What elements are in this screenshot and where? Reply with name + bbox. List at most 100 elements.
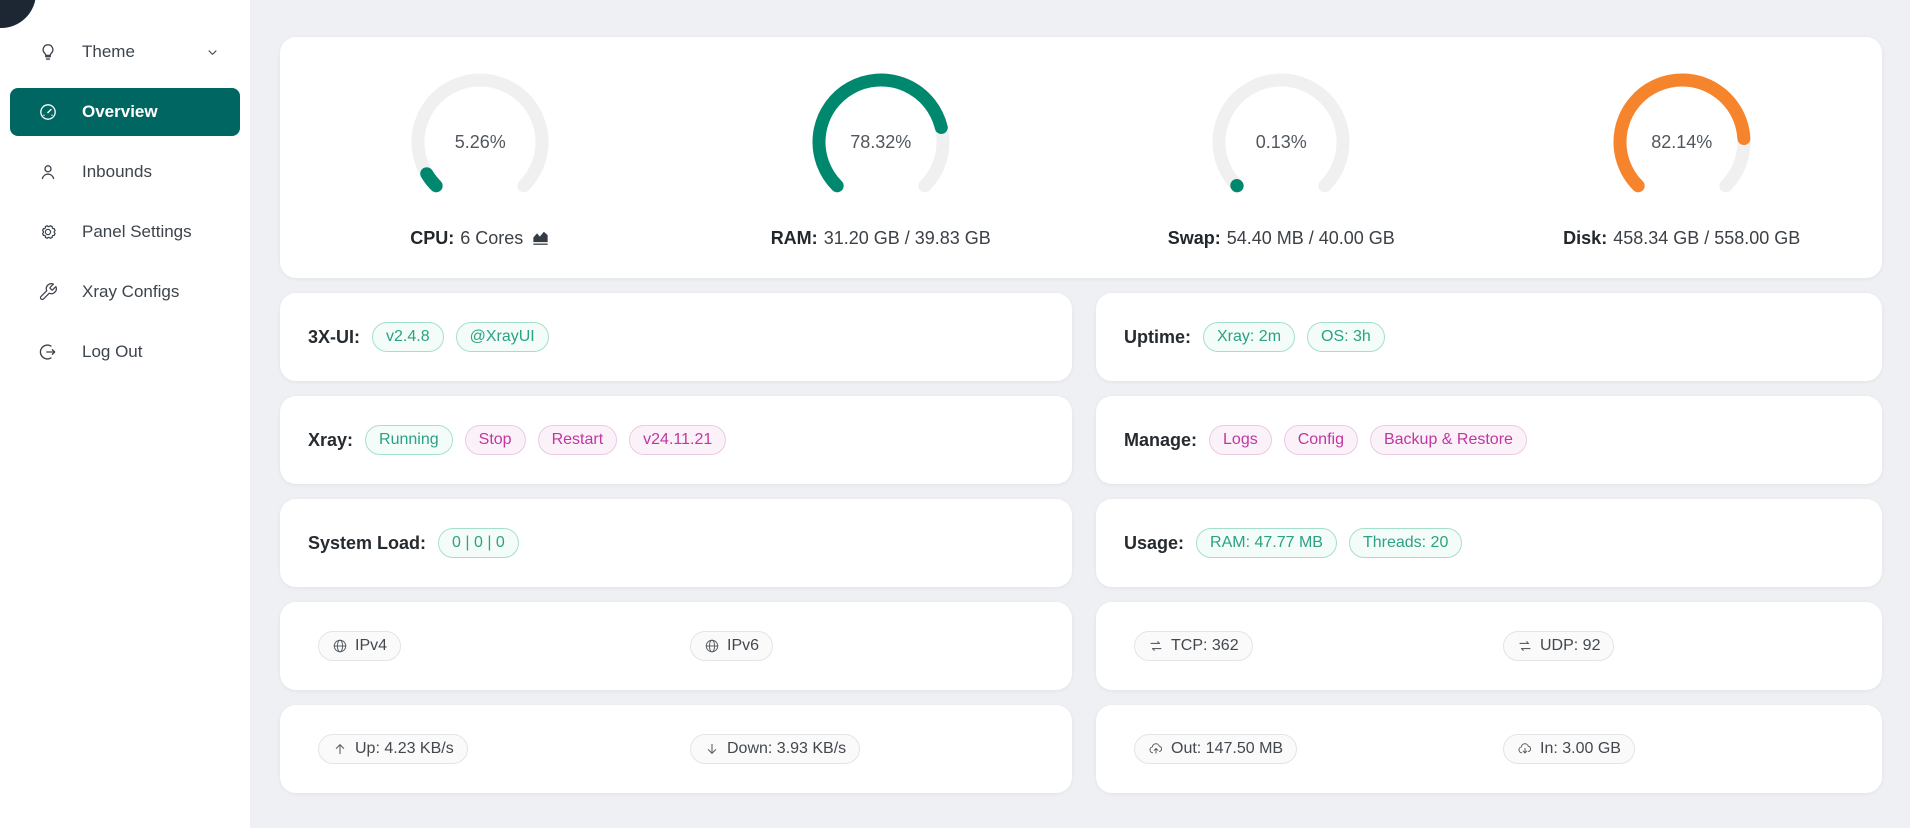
info-row: 3X-UI:v2.4.8@XrayUIUptime:Xray: 2mOS: 3h — [280, 293, 1882, 381]
ipv6-tag[interactable]: IPv6 — [690, 631, 773, 661]
cpu-caption-label: CPU: — [410, 228, 454, 249]
system-load-card: System Load: 0 | 0 | 0 — [280, 499, 1072, 587]
stop-tag[interactable]: Stop — [465, 425, 526, 455]
wrench-icon — [38, 282, 58, 302]
os-3h-tag: OS: 3h — [1307, 322, 1385, 352]
sidebar-item-theme[interactable]: Theme — [10, 28, 240, 76]
config-tag[interactable]: Config — [1284, 425, 1358, 455]
tag-text: Restart — [552, 429, 604, 451]
ram-caption-label: RAM: — [771, 228, 818, 249]
0-0-0-tag: 0 | 0 | 0 — [438, 528, 519, 558]
sidebar-item-label: Xray Configs — [82, 282, 179, 302]
tag-slot: TCP: 362 — [1096, 631, 1489, 661]
tag-text: Logs — [1223, 429, 1258, 451]
stats-tags-card: TCP: 362 UDP: 92 — [1096, 602, 1882, 690]
swap-caption: Swap: 54.40 MB / 40.00 GB — [1168, 228, 1395, 249]
tag-slot: IPv4 — [280, 631, 676, 661]
3x-ui-card: 3X-UI: v2.4.8 @XrayUI — [280, 293, 1072, 381]
disk-percent: 82.14% — [1597, 66, 1767, 218]
chevron-down-icon — [205, 45, 220, 60]
ram-gauge: 78.32% — [796, 66, 966, 218]
globe-icon — [704, 638, 720, 654]
swap-icon — [1148, 638, 1164, 654]
tag-slot: Up: 4.23 KB/s — [280, 734, 676, 764]
sidebar-item-xray-configs[interactable]: Xray Configs — [10, 268, 240, 316]
ipv4-tag[interactable]: IPv4 — [318, 631, 401, 661]
dashboard-icon — [38, 102, 58, 122]
sidebar-item-label: Overview — [82, 102, 158, 122]
threads-20-tag: Threads: 20 — [1349, 528, 1462, 558]
tag-slot: Down: 3.93 KB/s — [676, 734, 1072, 764]
gear-icon — [38, 222, 58, 242]
v2-4-8-tag[interactable]: v2.4.8 — [372, 322, 444, 352]
tag-text: Stop — [479, 429, 512, 451]
ram-percent: 78.32% — [796, 66, 966, 218]
running-tag: Running — [365, 425, 453, 455]
ram-gauge-block: 78.32% RAM: 31.20 GB / 39.83 GB — [681, 66, 1082, 249]
sidebar-item-log-out[interactable]: Log Out — [10, 328, 240, 376]
arrow-up-icon — [332, 741, 348, 757]
tag-slot: IPv6 — [676, 631, 1072, 661]
xray-2m-tag: Xray: 2m — [1203, 322, 1295, 352]
tag-text: Xray: 2m — [1217, 326, 1281, 348]
main-content: 5.26% CPU: 6 Cores 78.32% RAM: 31.20 GB … — [250, 0, 1910, 828]
stats-tags-card: Out: 147.50 MB In: 3.00 GB — [1096, 705, 1882, 793]
ram-caption-value: 31.20 GB / 39.83 GB — [824, 228, 991, 249]
swap-caption-label: Swap: — [1168, 228, 1221, 249]
xrayui-tag[interactable]: @XrayUI — [456, 322, 549, 352]
swap-icon — [1517, 638, 1533, 654]
bulb-icon — [38, 42, 58, 62]
info-rows: 3X-UI:v2.4.8@XrayUIUptime:Xray: 2mOS: 3h… — [280, 293, 1882, 793]
arrow-down-icon — [704, 741, 720, 757]
tag-text: UDP: 92 — [1540, 635, 1600, 657]
tag-text: @XrayUI — [470, 326, 535, 348]
info-row: System Load: 0 | 0 | 0 Usage: RAM: 47.77 MB… — [280, 499, 1882, 587]
backup-restore-tag[interactable]: Backup & Restore — [1370, 425, 1527, 455]
cpu-gauge: 5.26% — [395, 66, 565, 218]
sidebar-item-label: Theme — [82, 42, 135, 62]
ram-47-77-mb-tag: RAM: 47.77 MB — [1196, 528, 1337, 558]
stats-tags-card: Up: 4.23 KB/s Down: 3.93 KB/s — [280, 705, 1072, 793]
tag-text: Backup & Restore — [1384, 429, 1513, 451]
cpu-caption-value: 6 Cores — [460, 228, 523, 249]
system-load-label: System Load: — [308, 533, 426, 554]
tag-text: 0 | 0 | 0 — [452, 532, 505, 554]
sidebar-item-panel-settings[interactable]: Panel Settings — [10, 208, 240, 256]
disk-caption: Disk: 458.34 GB / 558.00 GB — [1563, 228, 1800, 249]
info-row: IPv4 IPv6 TCP: 362 UDP: 92 — [280, 602, 1882, 690]
system-stats-card: 5.26% CPU: 6 Cores 78.32% RAM: 31.20 GB … — [280, 37, 1882, 278]
tag-text: Threads: 20 — [1363, 532, 1448, 554]
cpu-percent: 5.26% — [395, 66, 565, 218]
globe-icon — [332, 638, 348, 654]
v24-11-21-tag[interactable]: v24.11.21 — [629, 425, 726, 455]
sidebar-item-label: Panel Settings — [82, 222, 192, 242]
sidebar: Theme Overview Inbounds Panel Settings Xray … — [0, 0, 250, 828]
area-chart-icon[interactable] — [531, 229, 550, 248]
up-4-23-kb-s-tag: Up: 4.23 KB/s — [318, 734, 468, 764]
tag-slot: Out: 147.50 MB — [1096, 734, 1489, 764]
tag-text: Out: 147.50 MB — [1171, 738, 1283, 760]
3x-ui-label: 3X-UI: — [308, 327, 360, 348]
in-3-00-gb-tag: In: 3.00 GB — [1503, 734, 1635, 764]
logs-tag[interactable]: Logs — [1209, 425, 1272, 455]
restart-tag[interactable]: Restart — [538, 425, 618, 455]
tag-text: Config — [1298, 429, 1344, 451]
swap-gauge-block: 0.13% Swap: 54.40 MB / 40.00 GB — [1081, 66, 1482, 249]
tag-text: Up: 4.23 KB/s — [355, 738, 454, 760]
usage-label: Usage: — [1124, 533, 1184, 554]
tag-text: v24.11.21 — [643, 429, 712, 451]
logout-icon — [38, 342, 58, 362]
sidebar-item-inbounds[interactable]: Inbounds — [10, 148, 240, 196]
tag-slot: UDP: 92 — [1489, 631, 1882, 661]
sidebar-item-overview[interactable]: Overview — [10, 88, 240, 136]
tag-text: RAM: 47.77 MB — [1210, 532, 1323, 554]
disk-gauge: 82.14% — [1597, 66, 1767, 218]
out-147-50-mb-tag: Out: 147.50 MB — [1134, 734, 1297, 764]
swap-percent: 0.13% — [1196, 66, 1366, 218]
tcp-362-tag: TCP: 362 — [1134, 631, 1253, 661]
cloud-upload-icon — [1148, 741, 1164, 757]
sidebar-item-label: Inbounds — [82, 162, 152, 182]
manage-card: Manage:LogsConfigBackup & Restore — [1096, 396, 1882, 484]
uptime-card: Uptime:Xray: 2mOS: 3h — [1096, 293, 1882, 381]
sidebar-item-label: Log Out — [82, 342, 143, 362]
